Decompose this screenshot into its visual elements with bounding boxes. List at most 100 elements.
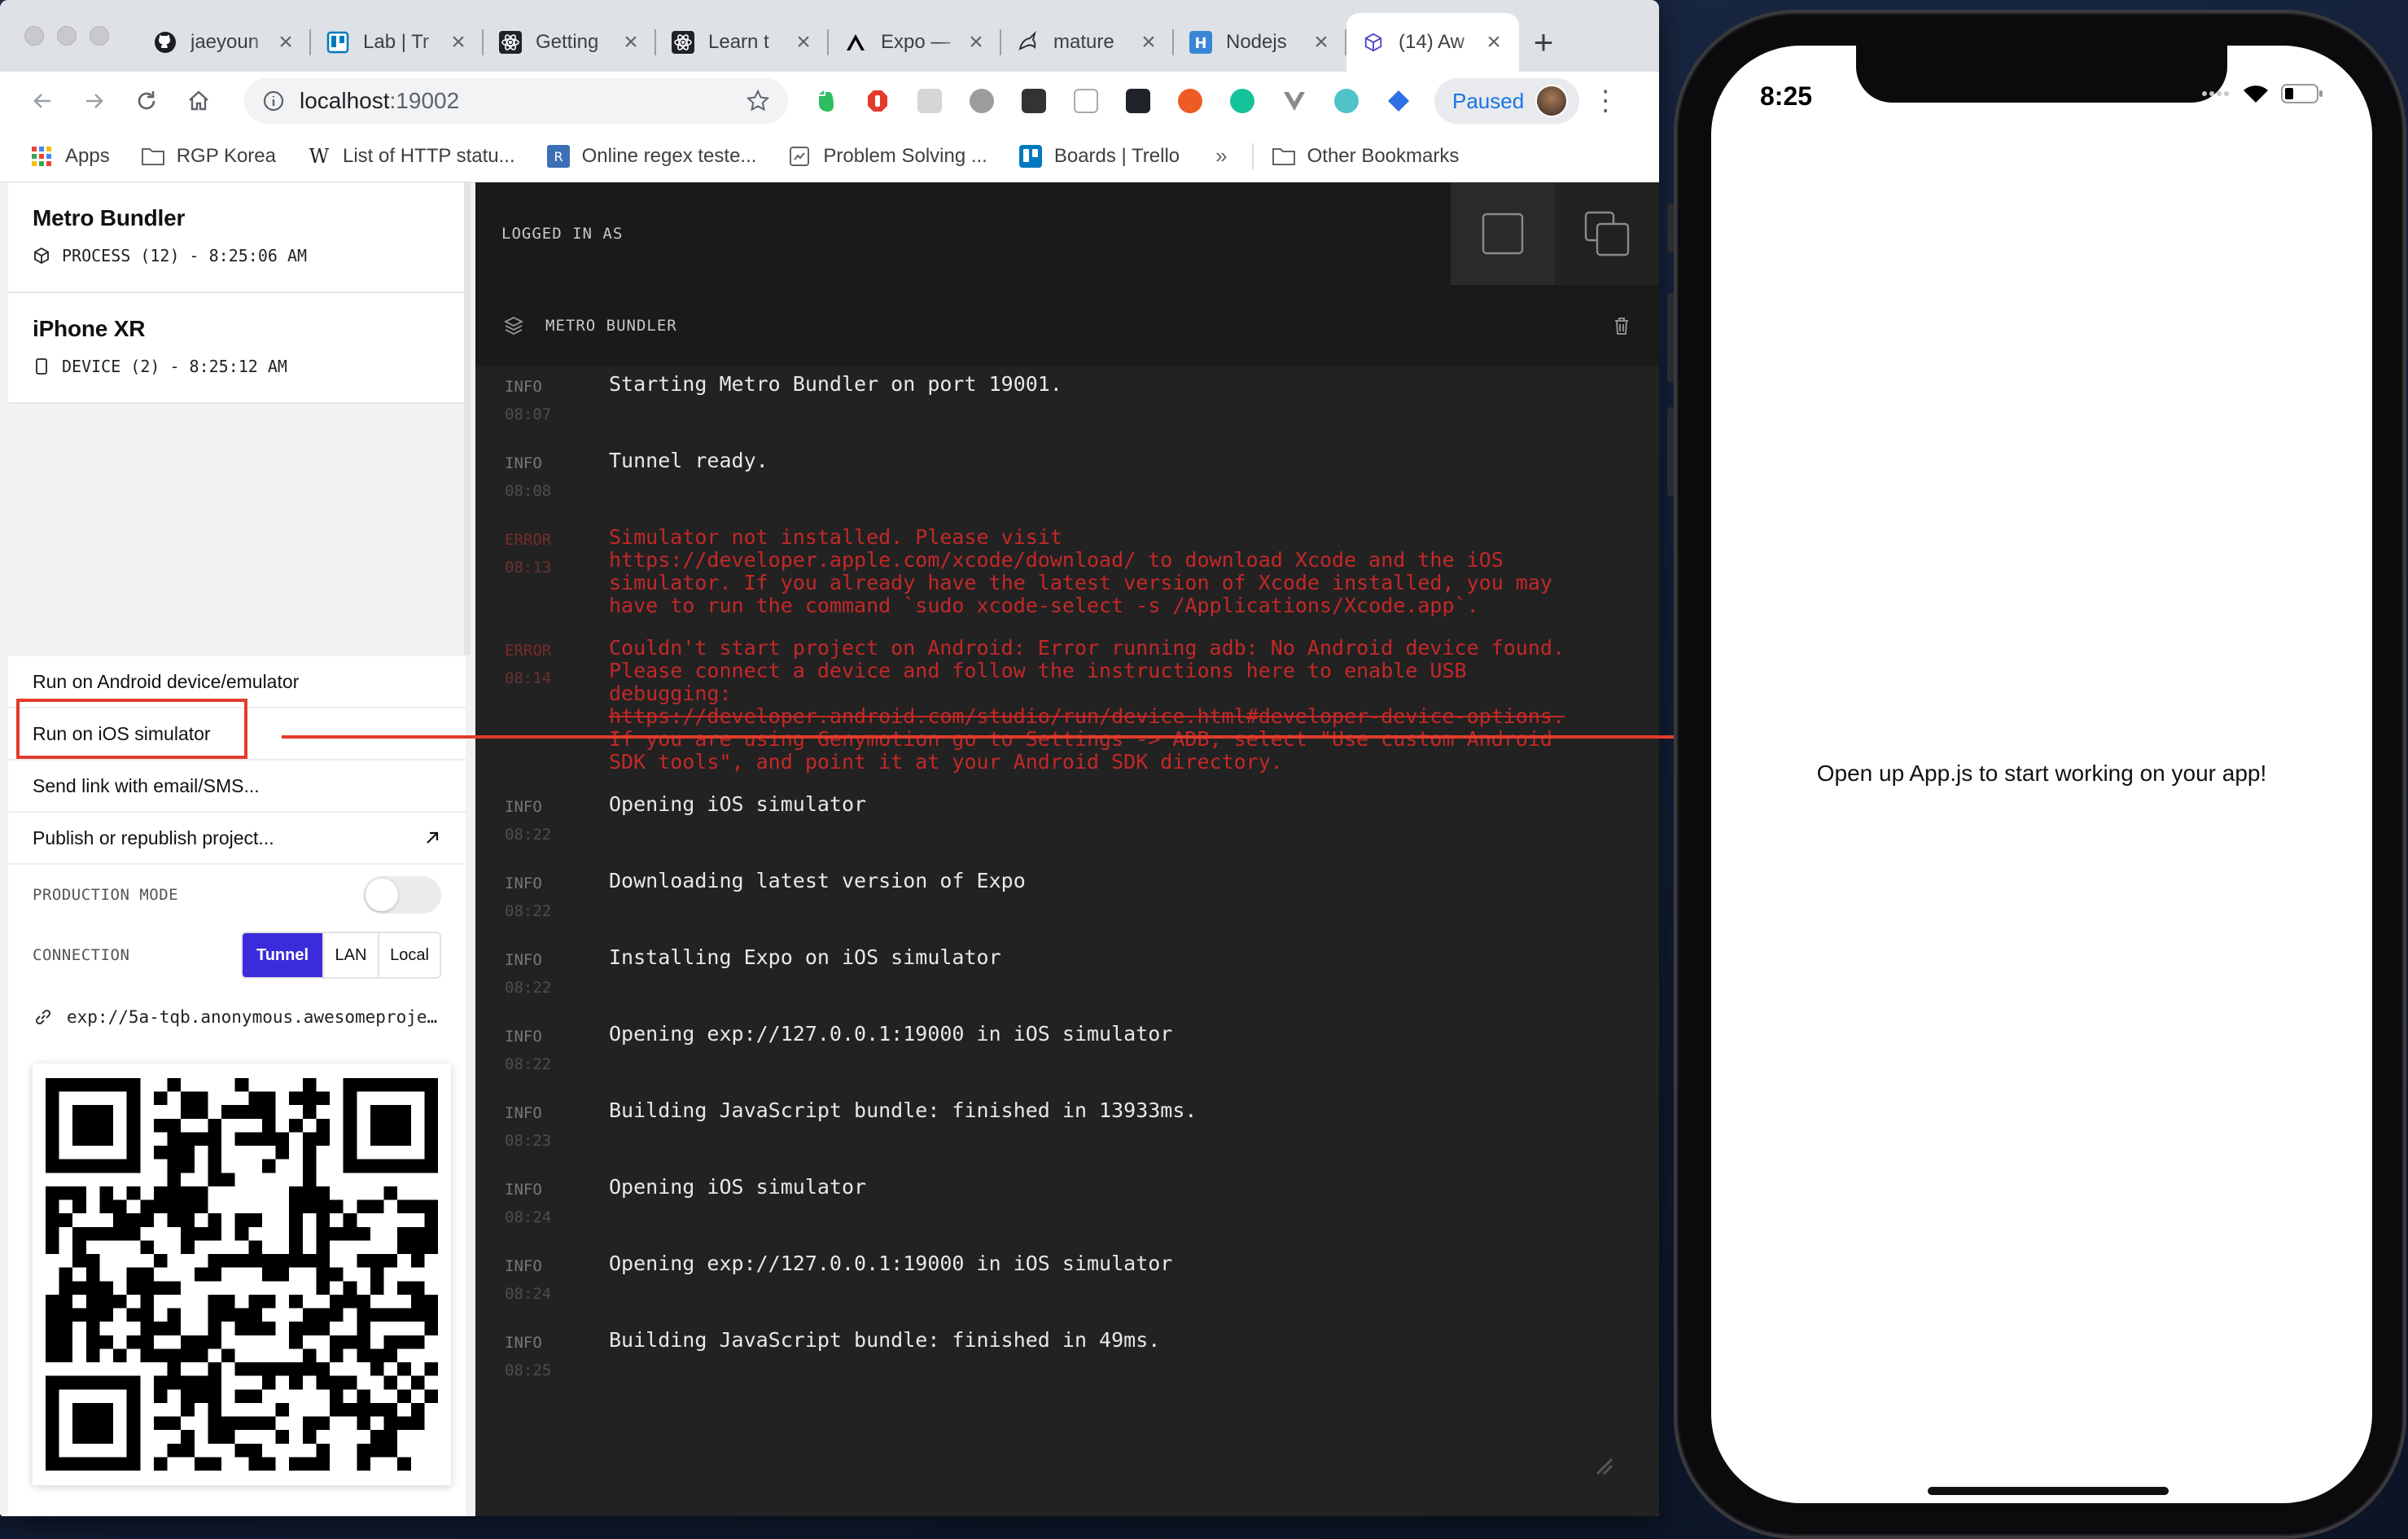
trash-icon[interactable]	[1612, 315, 1631, 336]
bookmark-trello[interactable]: Boards | Trello	[1018, 144, 1180, 169]
log-message: Installing Expo on iOS simulator	[609, 945, 1001, 969]
log-level: INFO 08:23	[505, 1099, 609, 1155]
unicorn-icon	[1016, 30, 1040, 55]
bookmark-label: Online regex teste...	[581, 144, 757, 167]
tab[interactable]: mature ×	[1001, 13, 1174, 72]
project-url-row[interactable]: exp://5a-tqb.anonymous.awesomeproje…	[33, 985, 441, 1049]
bookmark-http-status[interactable]: W List of HTTP statu...	[307, 144, 515, 169]
log-message: Opening iOS simulator	[609, 1175, 867, 1199]
forward-button[interactable]	[68, 75, 120, 127]
folder-icon	[1272, 144, 1296, 169]
bookmark-label: Boards | Trello	[1053, 144, 1180, 167]
address-bar[interactable]: localhost:19002	[244, 78, 788, 124]
sidebar-scrollbar[interactable]	[464, 182, 471, 655]
tab-active[interactable]: (14) Aw ×	[1346, 13, 1519, 72]
log-level: INFO 08:25	[505, 1329, 609, 1384]
log-level: INFO 08:22	[505, 946, 609, 1002]
home-indicator[interactable]	[1928, 1487, 2169, 1495]
log-entry: INFO 08:22 Downloading latest version of …	[505, 870, 1659, 925]
trello-icon	[326, 30, 350, 55]
react-devtools-icon[interactable]	[1117, 80, 1159, 122]
log-message: Building JavaScript bundle: finished in …	[609, 1328, 1161, 1352]
log-message: Building JavaScript bundle: finished in …	[609, 1098, 1197, 1122]
gray-circle-extension-icon[interactable]	[961, 80, 1003, 122]
bookmark-regex[interactable]: R Online regex teste...	[546, 144, 757, 169]
star-icon[interactable]	[746, 89, 770, 113]
tab-close-icon[interactable]: ×	[1138, 28, 1159, 56]
connection-tunnel-option[interactable]: Tunnel	[243, 933, 322, 977]
source-metro-bundler[interactable]: Metro Bundler PROCESS (12) - 8:25:06 AM	[8, 182, 466, 293]
adblock-extension-icon[interactable]	[856, 80, 899, 122]
log-message: Opening exp://127.0.0.1:19000 in iOS sim…	[609, 1022, 1173, 1046]
connection-lan-option[interactable]: LAN	[322, 933, 378, 977]
send-link-button[interactable]: Send link with email/SMS...	[8, 761, 466, 813]
tab-close-icon[interactable]: ×	[793, 28, 814, 56]
new-tab-button[interactable]: +	[1519, 13, 1568, 72]
react-icon	[498, 30, 523, 55]
tab[interactable]: Getting ×	[484, 13, 656, 72]
action-list: Run on Android device/emulator Run on iO…	[8, 656, 466, 865]
tab-list: jaeyoun × Lab | Tr × Getting × Learn t ×…	[138, 13, 1568, 72]
tab-close-icon[interactable]: ×	[1483, 28, 1504, 56]
page-icon	[787, 144, 812, 169]
postman-extension-icon[interactable]	[1169, 80, 1211, 122]
bookmarks-overflow-button[interactable]: »	[1215, 143, 1227, 169]
grammarly-extension-icon[interactable]	[1221, 80, 1263, 122]
log-message: Tunnel ready.	[609, 449, 768, 472]
tab-close-icon[interactable]: ×	[448, 28, 469, 56]
bookmark-rgp-korea[interactable]: RGP Korea	[141, 144, 276, 169]
home-button[interactable]	[173, 75, 225, 127]
tab[interactable]: H Nodejs ×	[1174, 13, 1346, 72]
simulator-screen[interactable]: 8:25 Open up App.js to start working on …	[1711, 46, 2372, 1503]
tab[interactable]: Learn t ×	[656, 13, 829, 72]
home-icon	[189, 90, 208, 111]
single-view-button[interactable]	[1451, 182, 1555, 285]
ex-extension-icon[interactable]	[908, 80, 951, 122]
publish-button[interactable]: Publish or republish project...	[8, 813, 466, 865]
split-view-button[interactable]	[1555, 182, 1659, 285]
tab-close-icon[interactable]: ×	[620, 28, 641, 56]
blue-diamond-extension-icon[interactable]	[1377, 80, 1420, 122]
iphone-simulator: 8:25 Open up App.js to start working on …	[1674, 10, 2406, 1539]
tab-close-icon[interactable]: ×	[275, 28, 296, 56]
bookmark-apps[interactable]: Apps	[29, 144, 110, 169]
production-mode-toggle[interactable]	[363, 876, 441, 914]
source-iphone-xr[interactable]: iPhone XR DEVICE (2) - 8:25:12 AM	[8, 293, 466, 404]
log-level: ERROR 08:13	[505, 526, 609, 617]
evernote-extension-icon[interactable]	[804, 80, 847, 122]
tab-close-icon[interactable]: ×	[965, 28, 987, 56]
maximize-window-button[interactable]	[90, 26, 109, 46]
back-button[interactable]	[16, 75, 68, 127]
resize-handle-icon[interactable]	[1591, 1453, 1617, 1479]
expo-icon	[843, 30, 868, 55]
reload-button[interactable]	[120, 75, 173, 127]
more-menu-icon[interactable]: ⋮	[1591, 85, 1620, 117]
tab-close-icon[interactable]: ×	[1311, 28, 1332, 56]
bookmark-other[interactable]: Other Bookmarks	[1272, 144, 1459, 169]
wifi-icon	[2244, 86, 2268, 103]
phone-icon	[36, 358, 47, 375]
bookmark-label: RGP Korea	[176, 144, 276, 167]
reload-icon	[138, 91, 155, 110]
source-meta-text: DEVICE (2) - 8:25:12 AM	[62, 357, 287, 376]
close-window-button[interactable]	[24, 26, 44, 46]
tab[interactable]: jaeyoun ×	[138, 13, 311, 72]
bookmark-label: List of HTTP statu...	[343, 144, 515, 167]
log-time: 08:08	[505, 482, 552, 500]
tab-title: Expo —	[881, 31, 951, 53]
window-extension-icon[interactable]	[1065, 80, 1107, 122]
tab[interactable]: Expo — ×	[829, 13, 1001, 72]
production-mode-row: PRODUCTION MODE	[33, 865, 441, 925]
minimize-window-button[interactable]	[57, 26, 77, 46]
vue-devtools-icon[interactable]	[1273, 80, 1316, 122]
bookmark-problem-solving[interactable]: Problem Solving ...	[787, 144, 987, 169]
log-time: 08:22	[505, 979, 552, 997]
connection-selector: Tunnel LAN Local	[241, 932, 441, 979]
log-entry-error: ERROR 08:14 Couldn't start project on And…	[505, 637, 1659, 774]
font-extension-icon[interactable]	[1013, 80, 1055, 122]
profile-button[interactable]: Paused	[1434, 78, 1580, 124]
tab[interactable]: Lab | Tr ×	[311, 13, 484, 72]
teal-extension-icon[interactable]	[1325, 80, 1368, 122]
connection-local-option[interactable]: Local	[378, 933, 440, 977]
bundler-panel-title: METRO BUNDLER	[545, 317, 677, 335]
